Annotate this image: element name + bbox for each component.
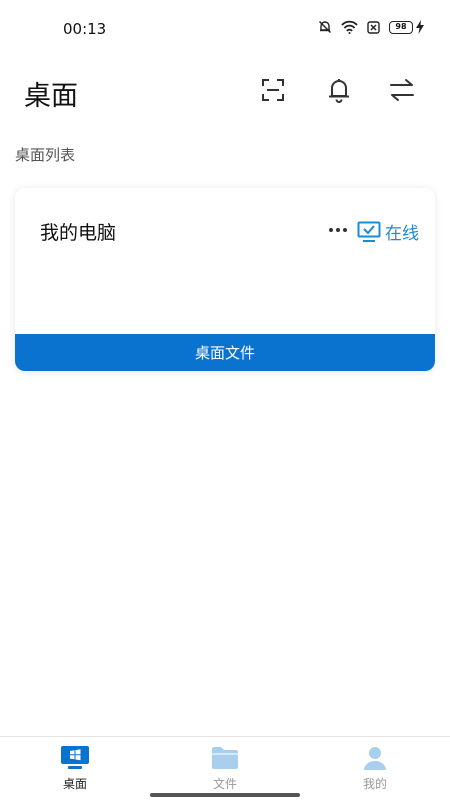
nav-tab-profile[interactable]: 我的 [335,745,415,792]
device-name: 我的电脑 [40,222,117,244]
user-icon [364,747,386,770]
nav-label-desktop: 桌面 [62,777,87,791]
section-label: 桌面列表 [15,146,76,164]
status-icons: 98 [318,20,424,34]
nav-tab-desktop[interactable]: 桌面 [35,745,115,792]
battery-indicator: 98 [389,20,413,34]
swap-arrows-icon [390,79,414,101]
screen: 00:13 98 桌面 桌面列表 我的电脑 在线 桌面文件 桌面 文件 我的 [0,0,450,800]
scan-icon [262,79,284,101]
switch-button[interactable] [388,76,416,104]
monitor-check-icon [357,221,381,242]
nav-label-profile: 我的 [362,777,387,791]
scan-button[interactable] [259,76,287,104]
status-time: 00:13 [63,20,107,38]
online-status-text: 在线 [385,224,419,244]
more-dot-icon [336,228,340,232]
nav-tab-files[interactable]: 文件 [185,745,265,792]
folder-icon [212,747,238,769]
online-status: 在线 [357,219,419,244]
desktop-windows-icon [61,746,89,769]
more-options-button[interactable] [329,228,347,232]
sim-disabled-icon [367,20,380,34]
header: 桌面 [0,60,450,125]
more-dot-icon [329,228,333,232]
status-bar: 00:13 98 [0,0,450,60]
page-title: 桌面 [24,81,78,112]
notifications-button[interactable] [325,76,353,104]
home-indicator [150,793,300,797]
more-dot-icon [343,228,347,232]
nav-label-files: 文件 [212,777,237,791]
bell-muted-icon [319,21,331,33]
charging-icon [416,20,424,34]
wifi-icon [341,20,358,34]
desktop-files-button[interactable]: 桌面文件 [15,334,435,371]
bell-icon [329,79,349,103]
bottom-nav: 桌面 文件 我的 [0,736,450,800]
device-card[interactable]: 我的电脑 在线 桌面文件 [15,188,435,371]
